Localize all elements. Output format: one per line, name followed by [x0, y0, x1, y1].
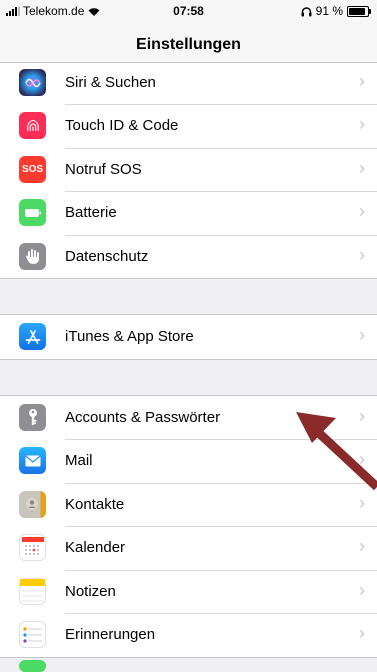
contacts-icon [19, 490, 46, 518]
settings-item-label: Erinnerungen [65, 626, 156, 643]
settings-item-itunes-app-store[interactable]: iTunes & App Store › [0, 315, 377, 359]
battery-percentage: 91 % [315, 4, 343, 18]
settings-item-privacy[interactable]: Datenschutz › [0, 234, 377, 279]
chevron-right-icon: › [359, 114, 365, 134]
settings-group-system: Siri & Suchen › Touch ID & Code › SOS No… [0, 63, 377, 279]
calendar-icon [19, 534, 46, 561]
settings-item-label: Siri & Suchen [65, 74, 156, 91]
settings-item-battery[interactable]: Batterie › [0, 191, 377, 235]
app-store-icon [19, 323, 46, 350]
settings-item-contacts[interactable]: Kontakte › [0, 482, 377, 527]
settings-item-emergency-sos[interactable]: SOS Notruf SOS › [0, 147, 377, 192]
settings-item-siri[interactable]: Siri & Suchen › [0, 63, 377, 104]
settings-item-label: Mail [65, 452, 93, 469]
reminders-icon [19, 621, 46, 648]
hand-icon [19, 242, 46, 270]
battery-icon [19, 199, 46, 226]
settings-item-reminders[interactable]: Erinnerungen › [0, 613, 377, 657]
headphones-icon [301, 6, 312, 16]
settings-item-accounts-passwords[interactable]: Accounts & Passwörter › [0, 396, 377, 440]
settings-list[interactable]: Siri & Suchen › Touch ID & Code › SOS No… [0, 63, 377, 658]
chevron-right-icon: › [359, 325, 365, 345]
settings-item-label: Batterie [65, 204, 117, 221]
notes-icon [19, 577, 46, 605]
chevron-right-icon: › [359, 71, 365, 91]
chevron-right-icon: › [359, 579, 365, 600]
settings-item-label: Touch ID & Code [65, 117, 179, 134]
chevron-right-icon: › [359, 201, 365, 221]
settings-item-touch-id[interactable]: Touch ID & Code › [0, 104, 377, 148]
siri-icon [19, 69, 46, 96]
settings-item-label: iTunes & App Store [65, 328, 194, 345]
sos-icon: SOS [19, 155, 46, 183]
chevron-right-icon: › [359, 492, 365, 513]
settings-item-label: Accounts & Passwörter [65, 408, 221, 426]
settings-item-notes[interactable]: Notizen › [0, 569, 377, 614]
chevron-right-icon: › [359, 157, 365, 178]
chevron-right-icon: › [359, 623, 365, 643]
settings-group-store: iTunes & App Store › [0, 314, 377, 360]
settings-item-label: Kontakte [65, 495, 125, 513]
fingerprint-icon [19, 112, 46, 139]
chevron-right-icon: › [359, 536, 365, 556]
settings-item-label: Kalender [65, 539, 126, 556]
chevron-right-icon: › [359, 405, 365, 426]
key-icon [19, 403, 46, 431]
settings-item-label: Notruf SOS [65, 160, 142, 178]
chevron-right-icon: › [359, 449, 365, 469]
battery-level-icon [347, 5, 371, 17]
mail-icon [19, 447, 46, 474]
settings-item-label: Datenschutz [65, 247, 149, 265]
settings-item-mail[interactable]: Mail › [0, 439, 377, 483]
chevron-right-icon: › [359, 244, 365, 265]
status-bar: Telekom.de 07:58 91 % [0, 0, 377, 22]
page-title: Einstellungen [136, 36, 241, 53]
settings-group-accounts: Accounts & Passwörter › Mail › Kontakte … [0, 394, 377, 658]
settings-item-calendar[interactable]: Kalender › [0, 526, 377, 570]
status-bar-right: 91 % [301, 4, 371, 18]
next-item-peek [19, 660, 46, 672]
settings-item-label: Notizen [65, 582, 116, 600]
navigation-bar: Einstellungen [0, 22, 377, 63]
